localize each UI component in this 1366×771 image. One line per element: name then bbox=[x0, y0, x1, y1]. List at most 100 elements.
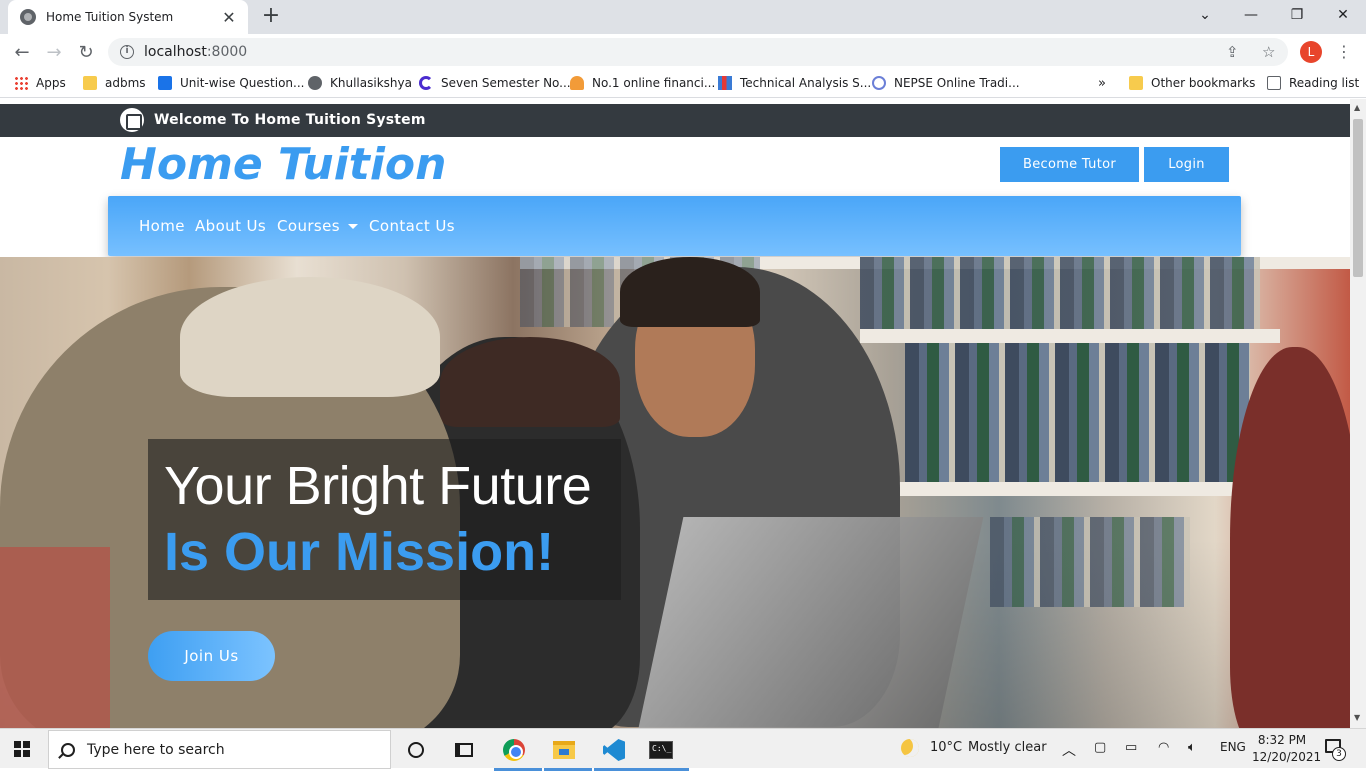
taskbar-chrome[interactable] bbox=[494, 735, 542, 771]
bookmarks-overflow-button[interactable]: » bbox=[1098, 76, 1106, 91]
wifi-icon[interactable]: ◠ bbox=[1158, 740, 1169, 755]
address-bar[interactable]: i localhost:8000 ⇪ ☆ bbox=[108, 38, 1288, 66]
profile-avatar[interactable]: L bbox=[1300, 41, 1322, 63]
cortana-button[interactable] bbox=[396, 735, 436, 765]
site-brand[interactable]: Home Tuition bbox=[120, 139, 446, 190]
weather-temp[interactable]: 10°C bbox=[930, 740, 962, 755]
tab-close-icon[interactable]: ✕ bbox=[220, 8, 238, 27]
page-scrollbar[interactable]: ▲ ▼ bbox=[1350, 99, 1366, 728]
bookmark-label: Other bookmarks bbox=[1151, 76, 1256, 90]
nav-courses[interactable]: Courses bbox=[277, 217, 358, 235]
bookmark-star-icon[interactable]: ☆ bbox=[1262, 38, 1275, 66]
bookmark-label: NEPSE Online Tradi... bbox=[894, 76, 1020, 90]
bookmark-label: Unit-wise Question... bbox=[180, 76, 305, 90]
site-topbar: Welcome To Home Tuition System bbox=[0, 104, 1350, 137]
chrome-menu-icon[interactable]: ⋮ bbox=[1336, 42, 1352, 61]
windows-taskbar: Type here to search C:\_ 10°C Mostly cle… bbox=[0, 728, 1366, 771]
nav-contact-us[interactable]: Contact Us bbox=[369, 217, 455, 235]
share-icon[interactable]: ⇪ bbox=[1226, 38, 1239, 66]
scroll-up-icon[interactable]: ▲ bbox=[1354, 103, 1360, 112]
close-window-button[interactable]: ✕ bbox=[1320, 0, 1366, 30]
bookmark-label: Apps bbox=[36, 76, 66, 90]
login-button[interactable]: Login bbox=[1144, 147, 1229, 182]
person-center-hair bbox=[620, 257, 760, 327]
forward-arrow-icon[interactable]: → bbox=[38, 36, 70, 68]
bookmark-unit-wise[interactable]: Unit-wise Question... bbox=[158, 76, 304, 90]
tray-chevron-up-icon[interactable]: ︿ bbox=[1062, 740, 1076, 760]
finance-icon bbox=[570, 76, 584, 90]
weather-moon-icon[interactable] bbox=[901, 739, 919, 757]
nepse-icon bbox=[872, 76, 886, 90]
books-row bbox=[860, 257, 1260, 332]
bookmark-khullasikshya[interactable]: Khullasikshya bbox=[308, 76, 412, 90]
scroll-down-icon[interactable]: ▼ bbox=[1354, 713, 1360, 722]
nav-about-us[interactable]: About Us bbox=[195, 217, 266, 235]
system-clock[interactable]: 8:32 PM 12/20/2021 bbox=[1252, 732, 1321, 766]
task-view-icon bbox=[455, 743, 473, 757]
reload-icon[interactable]: ↻ bbox=[70, 36, 102, 68]
site-logo-icon bbox=[120, 108, 144, 132]
battery-icon[interactable]: ▭ bbox=[1125, 740, 1137, 755]
tab-search-icon[interactable]: ⌄ bbox=[1182, 0, 1228, 30]
web-page: Welcome To Home Tuition System Home Tuit… bbox=[0, 99, 1350, 728]
globe-favicon-icon bbox=[20, 9, 36, 25]
taskbar-search[interactable]: Type here to search bbox=[48, 730, 391, 769]
bookmark-label: Technical Analysis S... bbox=[740, 76, 872, 90]
bookmark-seven-semester[interactable]: Seven Semester No... bbox=[419, 76, 571, 90]
folder-icon bbox=[83, 76, 97, 90]
bookmark-label: Khullasikshya bbox=[330, 76, 412, 90]
minimize-button[interactable]: — bbox=[1228, 0, 1274, 30]
bookmark-adbms[interactable]: adbms bbox=[83, 76, 146, 90]
scrollbar-thumb[interactable] bbox=[1353, 119, 1363, 277]
books-row bbox=[905, 343, 1250, 483]
file-explorer-icon bbox=[553, 741, 575, 759]
browser-tab-strip: Home Tuition System ✕ + ⌄ — ❐ ✕ bbox=[0, 0, 1366, 34]
back-arrow-icon[interactable]: ← bbox=[6, 36, 38, 68]
main-navbar: Home About Us Courses Contact Us bbox=[108, 196, 1241, 256]
become-tutor-button[interactable]: Become Tutor bbox=[1000, 147, 1139, 182]
restore-button[interactable]: ❐ bbox=[1274, 0, 1320, 30]
url-host: localhost bbox=[144, 44, 207, 60]
bookmark-label: adbms bbox=[105, 76, 146, 90]
books-row bbox=[990, 517, 1190, 607]
cortana-circle-icon bbox=[408, 742, 424, 758]
terminal-icon: C:\_ bbox=[649, 741, 673, 759]
device-icon[interactable]: ▢ bbox=[1094, 740, 1106, 755]
notification-count-badge: 3 bbox=[1332, 747, 1346, 761]
chart-icon bbox=[718, 76, 732, 90]
task-view-button[interactable] bbox=[444, 735, 484, 765]
bookmark-apps[interactable]: Apps bbox=[14, 76, 66, 90]
new-tab-button[interactable]: + bbox=[258, 4, 284, 30]
beige-cap-shape bbox=[180, 277, 440, 397]
bookmark-technical-analysis[interactable]: Technical Analysis S... bbox=[718, 76, 871, 90]
site-info-icon[interactable]: i bbox=[120, 45, 134, 59]
reading-list[interactable]: Reading list bbox=[1267, 76, 1359, 90]
laptop-shape bbox=[636, 517, 984, 728]
nav-courses-label: Courses bbox=[277, 217, 340, 235]
site-icon bbox=[158, 76, 172, 90]
weather-text[interactable]: Mostly clear bbox=[968, 740, 1047, 755]
join-us-button[interactable]: Join Us bbox=[148, 631, 275, 681]
shelf-board bbox=[860, 482, 1280, 496]
url-port: :8000 bbox=[206, 44, 248, 60]
taskbar-vscode[interactable] bbox=[594, 735, 642, 771]
bookmark-nepse[interactable]: NEPSE Online Tradi... bbox=[872, 76, 1020, 90]
other-bookmarks[interactable]: Other bookmarks bbox=[1129, 76, 1255, 90]
globe-icon bbox=[308, 76, 322, 90]
tab-title: Home Tuition System bbox=[46, 10, 174, 24]
red-chair-shape bbox=[0, 547, 110, 728]
browser-tab[interactable]: Home Tuition System ✕ bbox=[8, 0, 248, 34]
chrome-icon bbox=[503, 739, 525, 761]
apps-grid-icon bbox=[14, 76, 28, 90]
search-icon bbox=[61, 742, 75, 757]
volume-icon[interactable]: 🔈︎ bbox=[1188, 740, 1196, 755]
windows-start-icon[interactable] bbox=[14, 741, 30, 757]
nav-home[interactable]: Home bbox=[139, 217, 185, 235]
bookmark-label: Reading list bbox=[1289, 76, 1360, 90]
taskbar-file-explorer[interactable] bbox=[544, 735, 592, 771]
taskbar-terminal[interactable]: C:\_ bbox=[641, 735, 689, 771]
hero-banner: Your Bright Future Is Our Mission! Join … bbox=[0, 257, 1350, 728]
bookmark-finance[interactable]: No.1 online financi... bbox=[570, 76, 715, 90]
language-indicator[interactable]: ENG bbox=[1220, 740, 1246, 754]
hero-headline-line2: Is Our Mission! bbox=[164, 522, 555, 582]
